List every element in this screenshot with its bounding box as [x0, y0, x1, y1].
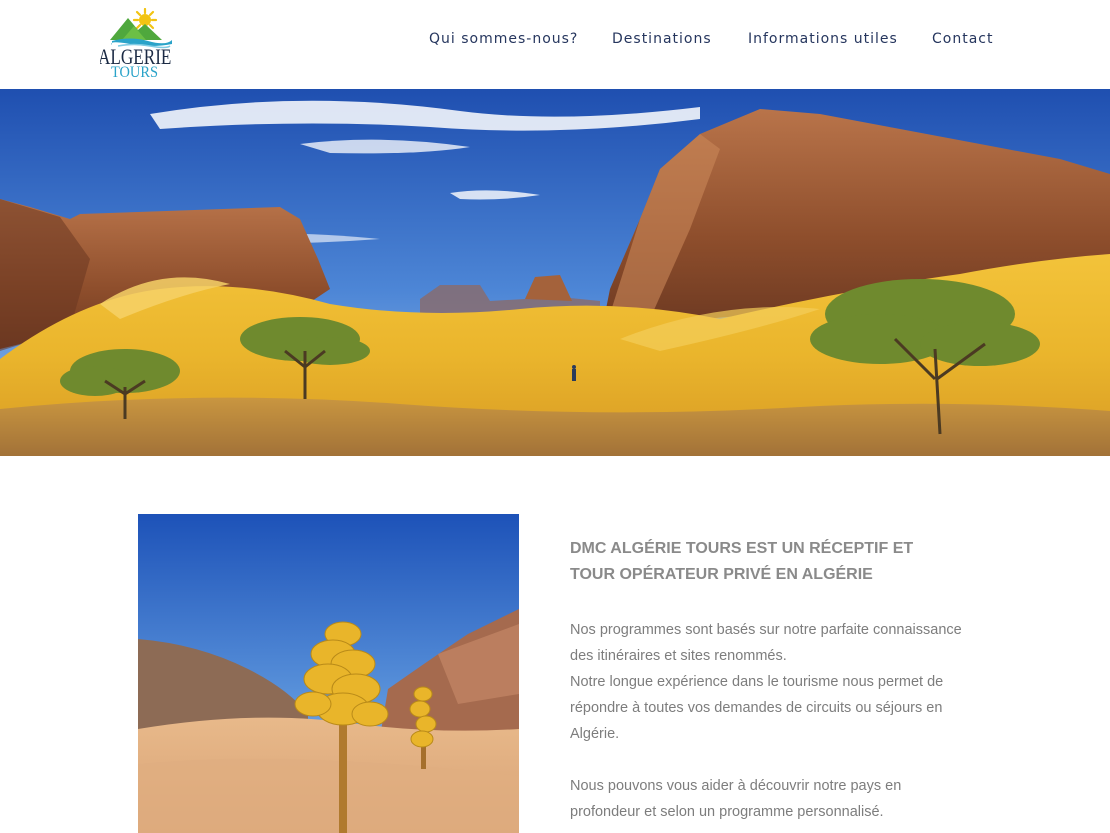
desert-yellow-flowering-plant-image — [138, 514, 519, 833]
nav-item-informations-utiles[interactable]: Informations utiles — [748, 31, 898, 47]
nav-item-contact[interactable]: Contact — [932, 31, 993, 47]
site-logo[interactable]: ALGERIE TOURS — [100, 8, 182, 82]
nav-item-qui-sommes-nous[interactable]: Qui sommes-nous? — [429, 31, 578, 47]
intro-paragraph-2: Notre longue expérience dans le tourisme… — [570, 674, 944, 742]
nav-item-destinations[interactable]: Destinations — [612, 31, 712, 47]
hero-banner — [0, 89, 1110, 456]
desert-landscape-image — [0, 89, 1110, 456]
logo-text-tours: TOURS — [111, 64, 158, 81]
intro-section: DMC ALGÉRIE TOURS EST UN RÉCEPTIF ET TOU… — [570, 536, 970, 825]
intro-headline: DMC ALGÉRIE TOURS EST UN RÉCEPTIF ET TOU… — [570, 540, 914, 583]
intro-paragraph-3: Nous pouvons vous aider à découvrir notr… — [570, 778, 902, 820]
site-header: ALGERIE TOURS Qui sommes-nous? Destinati… — [0, 0, 1110, 89]
intro-paragraph-1: Nos programmes sont basés sur notre parf… — [570, 622, 962, 664]
desert-plant-photo — [138, 514, 519, 833]
